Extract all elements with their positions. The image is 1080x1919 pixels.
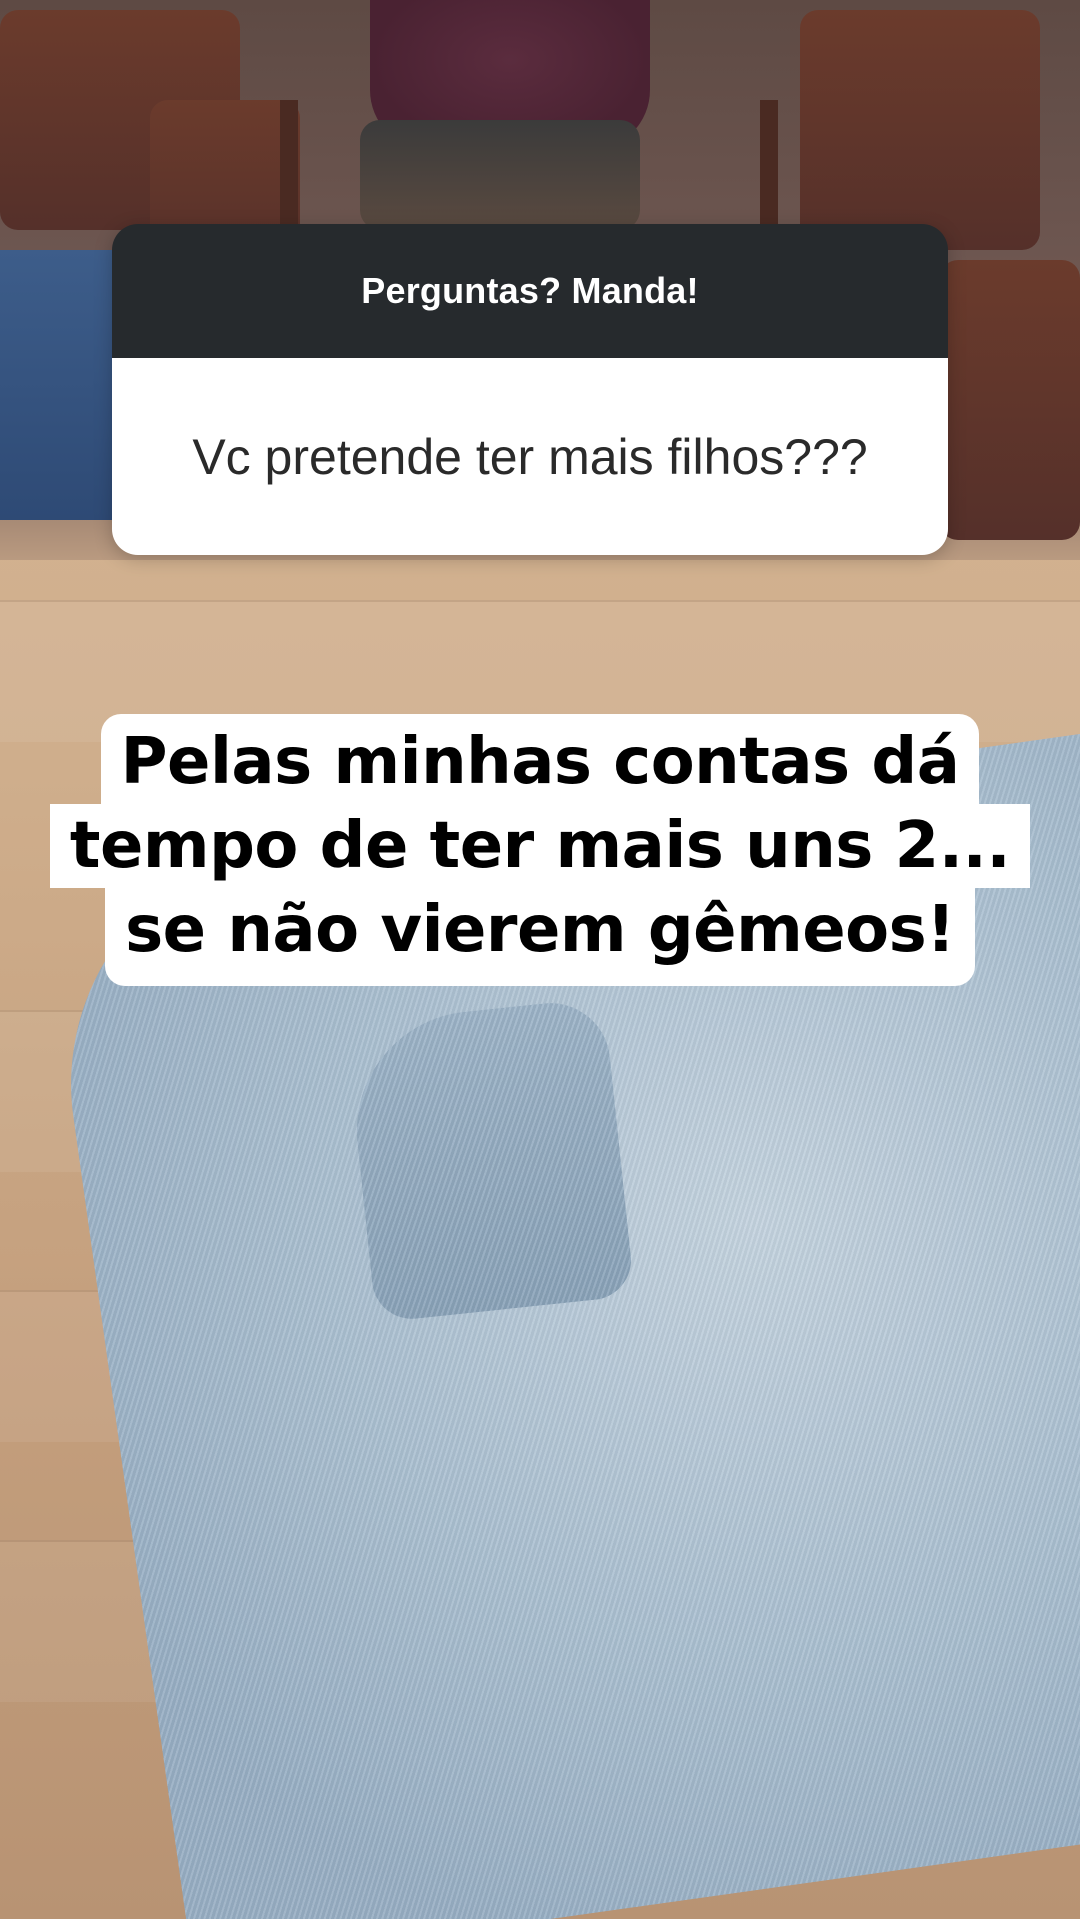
- story-view: Perguntas? Manda! Vc pretende ter mais f…: [0, 0, 1080, 1919]
- question-sticker-header: Perguntas? Manda!: [112, 224, 948, 358]
- answer-line-2: tempo de ter mais uns 2...: [49, 804, 1031, 888]
- answer-caption: Pelas minhas contas dá tempo de ter mais…: [0, 714, 1080, 986]
- question-sticker[interactable]: Perguntas? Manda! Vc pretende ter mais f…: [112, 224, 948, 555]
- answer-line-3: se não vierem gêmeos!: [105, 888, 975, 986]
- question-text: Vc pretende ter mais filhos???: [112, 358, 948, 555]
- answer-line-1: Pelas minhas contas dá: [100, 714, 980, 804]
